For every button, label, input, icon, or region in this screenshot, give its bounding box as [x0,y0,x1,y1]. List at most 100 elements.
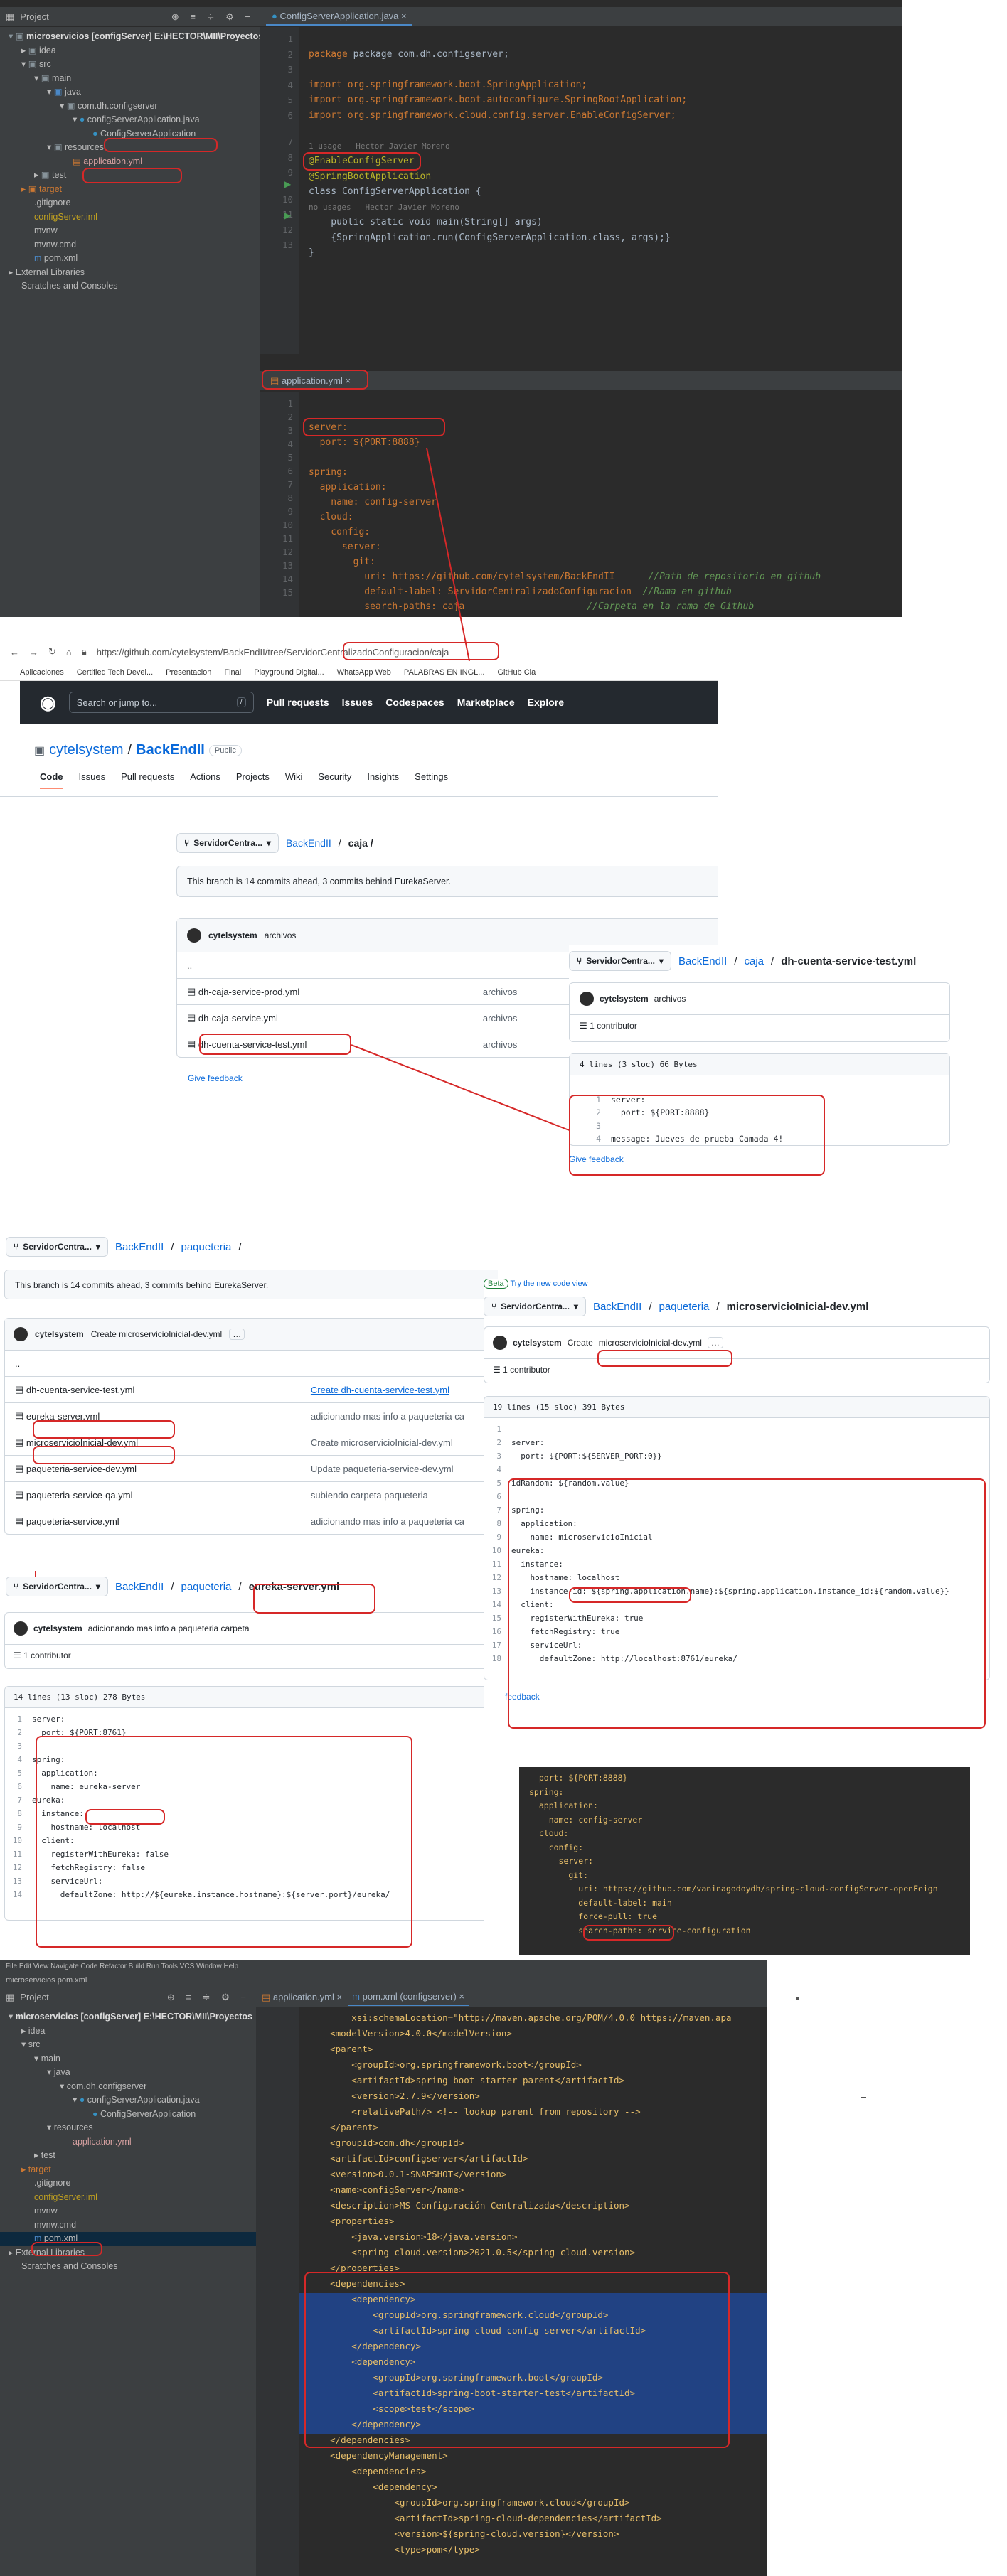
tab-pom[interactable]: m pom.xml (configserver) × [348,1988,469,2006]
line-number: 13 [12,1877,22,1886]
branch-selector[interactable]: ⑂ ServidorCentra... ▾ [484,1297,586,1316]
code-line: <dependencyManagement> [309,2448,767,2464]
commit-box: cytelsystem Create microservicioInicial-de… [484,1326,990,1383]
code-text: <artifactId>spring-cloud-dependencies</a… [309,2513,662,2523]
code-text: <groupId>org.springframework.cloud</grou… [309,2497,630,2508]
line-number: 5 [17,1769,22,1778]
code-text: name: config-server [529,1814,643,1825]
line-number: 15 [491,1614,501,1623]
code-line: 4 [484,1463,989,1476]
line-number: 8 [17,1809,22,1818]
avatar [14,1621,28,1636]
tree-application-yml[interactable]: application.yml [0,2135,256,2150]
code-text: <type>pom</type> [309,2544,480,2555]
ide-toolbar: ▦ Project ⊕ ≡ ≑ ⚙ − [0,1987,256,2007]
code-text: </parent> [309,2122,378,2132]
cursor-marker [861,2097,866,2098]
tree-mvnw[interactable]: mvnw [0,2204,256,2218]
file-row[interactable]: ▤ paqueteria-service-qa.yml subiendo carp… [5,1481,498,1508]
code-text: <relativePath/> <!-- lookup parent from … [309,2106,641,2117]
breadcrumb-repo[interactable]: BackEndII [115,1241,164,1253]
code-line: 1 server: [5,1712,484,1726]
file-row[interactable]: ▤ paqueteria-service.yml adicionando mas … [5,1508,498,1534]
line-number: 6 [496,1492,501,1501]
code-line: <parent> [309,2041,767,2057]
code-text: <version>2.7.9</version> [309,2091,480,2101]
code-line: spring: [529,1786,970,1800]
alt-config-snippet: port: ${PORT:8888} spring: application: n… [519,1767,970,1955]
tree-idea[interactable]: ▸ idea [0,2024,256,2039]
project-icon: ▦ [6,1991,15,2002]
breadcrumb-repo[interactable]: BackEndII [593,1301,641,1313]
code-text: xsi:schemaLocation="http://maven.apache.… [309,2012,732,2023]
tree-package[interactable]: ▾ com.dh.configserver [0,2080,256,2094]
line-number: 12 [12,1863,22,1872]
avatar [14,1327,28,1341]
code-text: <groupId>org.springframework.boot</group… [309,2059,582,2070]
line-number: 3 [17,1742,22,1751]
code-line: xsi:schemaLocation="http://maven.apache.… [309,2010,767,2026]
breadcrumb-paqueteria[interactable]: paqueteria [659,1301,709,1313]
tree-target[interactable]: ▸ target [0,2163,256,2177]
force-pull-highlight [583,1925,674,1941]
code-text: application: [529,1800,598,1810]
line-number: 18 [491,1654,501,1663]
code-text: server: [32,1714,65,1724]
eureka-title-highlight [253,1584,375,1614]
code-line: <version>${spring-cloud.version}</versio… [309,2526,767,2542]
line-number: 2 [17,1728,22,1737]
tree-gitignore[interactable]: .gitignore [0,2177,256,2191]
code-text: uri: https://github.com/vaninagodoydh/sp… [529,1884,938,1894]
breadcrumb-paqueteria[interactable]: paqueteria [181,1581,231,1593]
code-line: cloud: [529,1827,970,1841]
breadcrumb-repo[interactable]: BackEndII [115,1581,164,1593]
parent-dir[interactable]: .. [5,1350,498,1376]
code-text: spring: [529,1786,564,1797]
branch-selector[interactable]: ⑂ ServidorCentra... ▾ [6,1237,108,1257]
branch-status: This branch is 14 commits ahead, 3 commi… [4,1270,498,1299]
tree-pom-highlight [31,2242,102,2256]
new-code-view-link[interactable]: Try the new code view [511,1279,588,1288]
line-number: 4 [17,1755,22,1764]
micro-name-highlight [569,1587,691,1603]
code-line: <groupId>org.springframework.boot</group… [309,2057,767,2073]
tree-src[interactable]: ▾ src [0,2038,256,2052]
editor-tab-bar: ▤ application.yml × m pom.xml (configser… [256,1987,767,2007]
line-gutter [256,2007,299,2576]
tree-java[interactable]: ▾ java [0,2066,256,2080]
line-number: 4 [496,1465,501,1474]
tree-main[interactable]: ▾ main [0,2052,256,2066]
code-text: server: [511,1438,545,1447]
avatar [493,1336,507,1350]
tree-iml[interactable]: configServer.iml [0,2191,256,2205]
code-text: <dependency> [309,2481,437,2492]
ide-breadcrumb: microservicios pom.xml [0,1973,767,1987]
code-line: <artifactId>spring-boot-starter-parent</… [309,2073,767,2088]
micro-code-highlight [508,1478,986,1729]
code-text: <modelVersion>4.0.0</modelVersion> [309,2028,512,2039]
line-number: 9 [496,1533,501,1542]
code-line: port: ${PORT:8888} [529,1771,970,1786]
tree-root[interactable]: ▾ microservicios [configServer] E:\HECTO… [0,2010,256,2024]
tree-scratches[interactable]: Scratches and Consoles [0,2260,256,2274]
branch-selector[interactable]: ⑂ ServidorCentra... ▾ [6,1577,108,1596]
code-text: <dependencies> [309,2466,427,2476]
tree-resources[interactable]: ▾ resources [0,2121,256,2135]
file-row[interactable]: ▤ dh-cuenta-service-test.yml Create dh-cu… [5,1376,498,1402]
project-label[interactable]: Project [20,1992,48,2002]
micro-title-highlight [597,1350,732,1367]
breadcrumb-paqueteria[interactable]: paqueteria [181,1241,231,1253]
tab-application-yml[interactable]: ▤ application.yml × [262,1992,342,2003]
code-line: <name>configServer</name> [309,2182,767,2198]
tree-test[interactable]: ▸ test [0,2149,256,2163]
tree-file-java[interactable]: ▾ ● configServerApplication.java [0,2093,256,2108]
code-line: 3 port: ${PORT:${SERVER_PORT:0}} [484,1449,989,1463]
code-text: <parent> [309,2044,373,2054]
tree-class[interactable]: ● ConfigServerApplication [0,2108,256,2122]
line-number: 10 [12,1836,22,1845]
toolbar-icons[interactable]: ⊕ ≡ ≑ ⚙ − [167,1992,250,2003]
line-number: 10 [491,1546,501,1555]
code-text: port: ${PORT:8888} [529,1773,628,1783]
tree-mvnw-cmd[interactable]: mvnw.cmd [0,2218,256,2233]
line-number: 11 [491,1560,501,1569]
